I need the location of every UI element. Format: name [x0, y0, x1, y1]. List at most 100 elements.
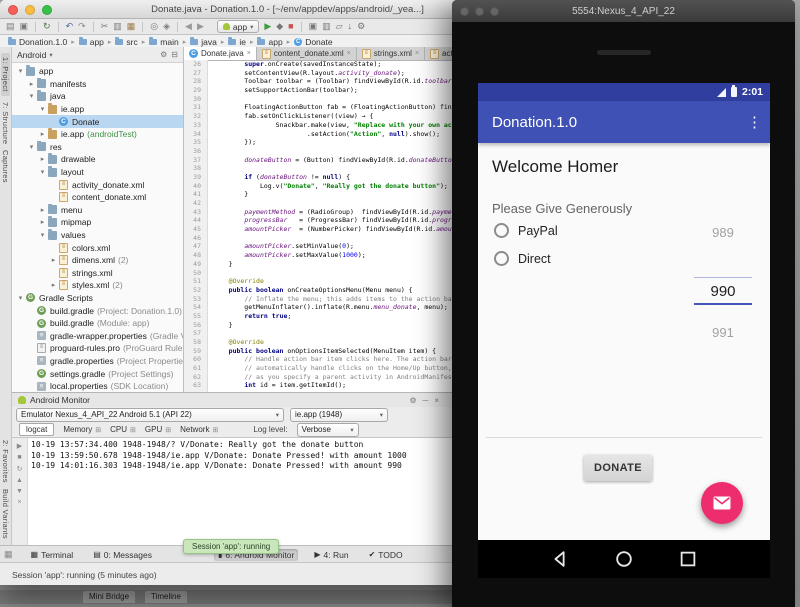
project-view-selector[interactable]: Android ▾ — [17, 50, 53, 60]
tree-item-menu[interactable]: ▸menu — [12, 204, 183, 217]
picker-value-above[interactable]: 989 — [692, 225, 754, 240]
tree-item-ie-app[interactable]: ▾ie.app — [12, 103, 183, 116]
close-icon[interactable]: × — [347, 50, 351, 57]
tree-item-layout[interactable]: ▾layout — [12, 166, 183, 179]
sync-icon[interactable]: ↻ — [43, 22, 51, 31]
breadcrumb-item-main[interactable]: main — [149, 37, 178, 47]
logcat-tool-icon[interactable]: ↻ — [17, 465, 23, 473]
recents-button[interactable] — [678, 549, 698, 569]
expander-icon[interactable]: ▸ — [38, 155, 47, 163]
replace-icon[interactable]: ◈ — [163, 22, 170, 31]
back-icon[interactable]: ◀ — [185, 22, 192, 31]
close-window-button[interactable] — [8, 5, 18, 15]
tree-item-res[interactable]: ▾res — [12, 141, 183, 154]
tree-item-settings-gradle-project-settings[interactable]: settings.gradle(Project Settings) — [12, 367, 183, 380]
radio-option-direct[interactable]: Direct — [494, 251, 551, 266]
donate-button[interactable]: DONATE — [584, 455, 652, 481]
tool-window-tab-2-favorites[interactable]: 2: Favorites — [1, 440, 10, 483]
tree-item-content-donate-xml[interactable]: content_donate.xml — [12, 191, 183, 204]
avd-manager-icon[interactable]: ▱ — [336, 22, 343, 31]
tree-item-gradle-properties-project-properties[interactable]: gradle.properties(Project Properties) — [12, 355, 183, 368]
logcat-tool-icon[interactable]: ▼ — [16, 488, 23, 495]
tool-window-tab-1-project[interactable]: 1: Project — [1, 53, 10, 96]
editor-tab-strings-xml[interactable]: strings.xml× — [357, 47, 425, 60]
tool-button-todo[interactable]: ✔TODO — [365, 549, 407, 561]
editor-tab-content-donate-xml[interactable]: content_donate.xml× — [257, 47, 357, 60]
copy-icon[interactable]: ▥ — [113, 22, 122, 31]
fab-button[interactable] — [701, 482, 743, 524]
tree-item-proguard-rules-pro-proguard-rules-for-donation-1-0[interactable]: proguard-rules.pro(ProGuard Rules for Do… — [12, 342, 183, 355]
tree-item-drawable[interactable]: ▸drawable — [12, 153, 183, 166]
tool-window-tab-build-variants[interactable]: Build Variants — [1, 489, 10, 539]
tree-item-styles-xml-2[interactable]: ▸styles.xml(2) — [12, 279, 183, 292]
save-all-icon[interactable]: ▣ — [20, 22, 29, 31]
tool-window-tab-7-structure[interactable]: 7: Structure — [1, 102, 10, 144]
breadcrumb-item-src[interactable]: src — [115, 37, 137, 47]
tree-item-dimens-xml-2[interactable]: ▸dimens.xml(2) — [12, 254, 183, 267]
tree-item-gradle-scripts[interactable]: ▾Gradle Scripts — [12, 292, 183, 305]
debug-button[interactable]: ◆ — [276, 22, 283, 31]
tool-window-tab-captures[interactable]: Captures — [1, 150, 10, 183]
tree-item-strings-xml[interactable]: strings.xml — [12, 267, 183, 280]
sdk-manager-icon[interactable]: ↓ — [348, 22, 353, 31]
tree-item-values[interactable]: ▾values — [12, 229, 183, 242]
expander-icon[interactable]: ▸ — [38, 130, 47, 138]
breadcrumb-item-app[interactable]: app — [257, 37, 282, 47]
tree-item-mipmap[interactable]: ▸mipmap — [12, 216, 183, 229]
tool-button-terminal[interactable]: ▦Terminal — [27, 549, 78, 561]
tree-item-colors-xml[interactable]: colors.xml — [12, 241, 183, 254]
zoom-window-button[interactable] — [490, 7, 499, 16]
expander-icon[interactable]: ▸ — [49, 256, 58, 264]
tree-item-java[interactable]: ▾java — [12, 90, 183, 103]
run-button[interactable]: ▶ — [264, 22, 271, 31]
breadcrumb-item-java[interactable]: java — [190, 37, 217, 47]
picker-value-selected[interactable]: 990 — [692, 283, 754, 300]
attach-debugger-icon[interactable]: ▣ — [309, 22, 318, 31]
tree-item-manifests[interactable]: ▸manifests — [12, 78, 183, 91]
log-level-select[interactable]: Verbose ▾ — [297, 423, 359, 437]
back-button[interactable] — [550, 549, 570, 569]
monitor-tab-cpu[interactable]: CPU⊞ — [110, 425, 136, 434]
logcat-tool-icon[interactable]: ▲ — [16, 477, 23, 484]
breadcrumb-item-donate[interactable]: CDonate — [294, 37, 332, 47]
device-select[interactable]: Emulator Nexus_4_API_22 Android 5.1 (API… — [16, 408, 284, 422]
tree-item-app[interactable]: ▾app — [12, 65, 183, 78]
picker-value-below[interactable]: 991 — [692, 325, 754, 340]
expander-icon[interactable]: ▾ — [16, 294, 25, 302]
tree-item-ie-app-androidtest[interactable]: ▸ie.app(androidTest) — [12, 128, 183, 141]
settings-icon[interactable]: ⚙ — [160, 50, 167, 59]
minimize-window-button[interactable] — [475, 7, 484, 16]
expander-icon[interactable]: ▾ — [16, 67, 25, 75]
tool-button-4-run[interactable]: ▶4: Run — [310, 549, 352, 561]
open-icon[interactable]: ▤ — [6, 22, 15, 31]
expander-icon[interactable]: ▸ — [27, 80, 36, 88]
radio-option-paypal[interactable]: PayPal — [494, 223, 558, 238]
zoom-window-button[interactable] — [42, 5, 52, 15]
breadcrumb-item-app[interactable]: app — [79, 37, 104, 47]
logcat-tool-icon[interactable]: ■ — [17, 454, 21, 461]
expander-icon[interactable]: ▾ — [27, 143, 36, 151]
close-icon[interactable]: × — [434, 396, 439, 405]
tool-button-0-messages[interactable]: ▤0: Messages — [89, 549, 156, 561]
home-button[interactable] — [614, 549, 634, 569]
expander-icon[interactable]: ▾ — [27, 92, 36, 100]
tree-item-donate[interactable]: Donate — [12, 115, 183, 128]
tree-item-local-properties-sdk-location[interactable]: local.properties(SDK Location) — [12, 380, 183, 392]
expander-icon[interactable]: ▾ — [38, 168, 47, 176]
breadcrumb-item-ie[interactable]: ie — [228, 37, 246, 47]
expander-icon[interactable]: ▸ — [38, 218, 47, 226]
find-icon[interactable]: ◎ — [150, 22, 158, 31]
overflow-menu-icon[interactable]: ⋮ — [747, 101, 762, 143]
tree-item-build-gradle-module-app[interactable]: build.gradle(Module: app) — [12, 317, 183, 330]
paste-icon[interactable]: ▦ — [127, 22, 136, 31]
tree-item-build-gradle-project-donation-1-0[interactable]: build.gradle(Project: Donation.1.0) — [12, 304, 183, 317]
logcat-tool-icon[interactable]: × — [17, 499, 21, 506]
cut-icon[interactable]: ✂ — [101, 22, 109, 31]
expander-icon[interactable]: ▾ — [38, 105, 47, 113]
monitor-tab-memory[interactable]: Memory⊞ — [63, 425, 101, 434]
minimize-icon[interactable]: ─ — [423, 396, 429, 405]
redo-icon[interactable]: ↷ — [78, 22, 86, 31]
tool-window-switcher-icon[interactable]: ▦ — [4, 549, 13, 560]
monitor-tab-logcat[interactable]: logcat — [19, 423, 54, 436]
logcat-tool-icon[interactable]: ▶ — [17, 442, 22, 450]
